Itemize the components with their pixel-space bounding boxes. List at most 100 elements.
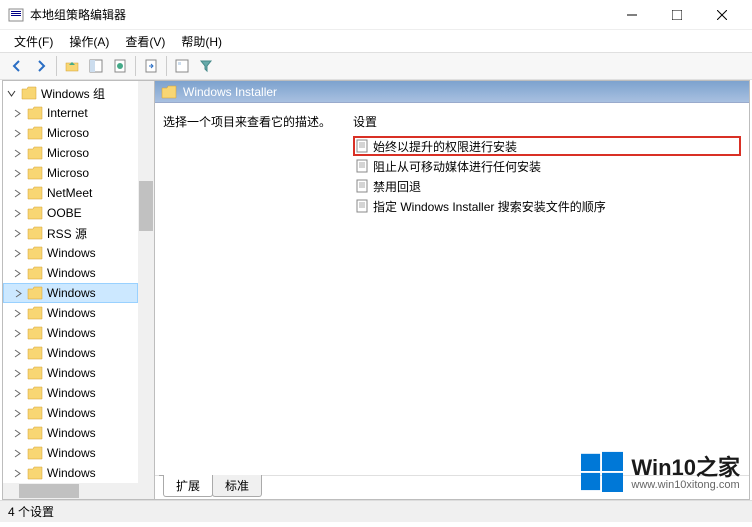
- menu-action[interactable]: 操作(A): [61, 31, 117, 52]
- watermark-url: www.win10xitong.com: [631, 479, 740, 491]
- expand-icon[interactable]: [11, 127, 23, 139]
- forward-button[interactable]: [30, 55, 52, 77]
- tree-node[interactable]: NetMeet: [3, 183, 138, 203]
- tree-label: Windows: [47, 386, 96, 400]
- close-button[interactable]: [699, 0, 744, 30]
- tree-label: RSS 源: [47, 225, 87, 242]
- app-icon: [8, 7, 24, 23]
- tree-node[interactable]: Windows: [3, 363, 138, 383]
- properties-button[interactable]: [109, 55, 131, 77]
- expand-icon[interactable]: [11, 367, 23, 379]
- filter-button[interactable]: [195, 55, 217, 77]
- titlebar: 本地组策略编辑器: [0, 0, 752, 30]
- watermark-brand: Win10之家: [631, 457, 740, 479]
- expand-icon[interactable]: [11, 107, 23, 119]
- tree-panel: Windows 组 Internet Microso Microso Microso Ne…: [3, 81, 155, 499]
- settings-header: 设置: [353, 111, 741, 136]
- expand-icon[interactable]: [11, 387, 23, 399]
- setting-label: 始终以提升的权限进行安装: [373, 138, 517, 155]
- expand-icon[interactable]: [11, 327, 23, 339]
- toolbar: [0, 52, 752, 80]
- tree-label: Microso: [47, 146, 89, 160]
- tree-node[interactable]: RSS 源: [3, 223, 138, 243]
- tree-label: Microso: [47, 166, 89, 180]
- tree-node[interactable]: Windows: [3, 343, 138, 363]
- vertical-scrollbar[interactable]: [138, 81, 154, 483]
- tree-label: Internet: [47, 106, 88, 120]
- expand-icon[interactable]: [11, 167, 23, 179]
- tree-label: Windows: [47, 266, 96, 280]
- up-folder-button[interactable]: [61, 55, 83, 77]
- expand-icon[interactable]: [11, 267, 23, 279]
- setting-item[interactable]: 禁用回退: [353, 176, 741, 196]
- expand-icon[interactable]: [11, 247, 23, 259]
- tree-label: Windows: [47, 346, 96, 360]
- settings-column: 设置 始终以提升的权限进行安装阻止从可移动媒体进行任何安装禁用回退指定 Wind…: [353, 111, 741, 467]
- content-title: Windows Installer: [183, 85, 277, 99]
- main-area: Windows 组 Internet Microso Microso Microso Ne…: [2, 80, 750, 500]
- tree-node[interactable]: Microso: [3, 143, 138, 163]
- statusbar: 4 个设置: [0, 500, 752, 522]
- tree-node[interactable]: OOBE: [3, 203, 138, 223]
- tree-label: OOBE: [47, 206, 82, 220]
- tab-extended[interactable]: 扩展: [163, 475, 213, 497]
- show-hide-tree-button[interactable]: [85, 55, 107, 77]
- watermark: Win10之家 www.win10xitong.com: [581, 450, 740, 497]
- window-controls: [609, 0, 744, 30]
- tree-node[interactable]: Internet: [3, 103, 138, 123]
- filter-options-button[interactable]: [171, 55, 193, 77]
- description-prompt: 选择一个项目来查看它的描述。: [163, 111, 345, 136]
- tree-node[interactable]: Windows: [3, 283, 138, 303]
- expand-icon[interactable]: [11, 347, 23, 359]
- tree-node[interactable]: Windows: [3, 463, 138, 483]
- tree-label: Windows: [47, 326, 96, 340]
- tree-label: Windows: [47, 426, 96, 440]
- tree-node[interactable]: Windows: [3, 243, 138, 263]
- setting-item[interactable]: 始终以提升的权限进行安装: [353, 136, 741, 156]
- setting-label: 指定 Windows Installer 搜索安装文件的顺序: [373, 198, 606, 215]
- tree-label: Windows: [47, 246, 96, 260]
- tree-node[interactable]: Microso: [3, 123, 138, 143]
- expand-icon[interactable]: [12, 287, 24, 299]
- expand-icon[interactable]: [5, 87, 17, 99]
- tab-standard[interactable]: 标准: [212, 475, 262, 497]
- tree-node[interactable]: Windows: [3, 263, 138, 283]
- tree-label: Windows: [47, 466, 96, 480]
- tree-label: Windows: [47, 406, 96, 420]
- horizontal-scrollbar[interactable]: [3, 483, 154, 499]
- expand-icon[interactable]: [11, 447, 23, 459]
- menu-help[interactable]: 帮助(H): [173, 31, 230, 52]
- content-panel: Windows Installer 选择一个项目来查看它的描述。 设置 始终以提…: [155, 81, 749, 499]
- tree-node[interactable]: Microso: [3, 163, 138, 183]
- menu-file[interactable]: 文件(F): [6, 31, 61, 52]
- expand-icon[interactable]: [11, 467, 23, 479]
- tree-node[interactable]: Windows: [3, 403, 138, 423]
- tree-label: Windows: [47, 446, 96, 460]
- export-button[interactable]: [140, 55, 162, 77]
- minimize-button[interactable]: [609, 0, 654, 30]
- menubar: 文件(F) 操作(A) 查看(V) 帮助(H): [0, 30, 752, 52]
- description-column: 选择一个项目来查看它的描述。: [163, 111, 353, 467]
- expand-icon[interactable]: [11, 207, 23, 219]
- expand-icon[interactable]: [11, 407, 23, 419]
- tree-node-top[interactable]: Windows 组: [3, 83, 138, 103]
- expand-icon[interactable]: [11, 147, 23, 159]
- back-button[interactable]: [6, 55, 28, 77]
- tree-label: NetMeet: [47, 186, 92, 200]
- expand-icon[interactable]: [11, 187, 23, 199]
- setting-item[interactable]: 指定 Windows Installer 搜索安装文件的顺序: [353, 196, 741, 216]
- tree-node[interactable]: Windows: [3, 303, 138, 323]
- tree-node[interactable]: Windows: [3, 443, 138, 463]
- tree-node[interactable]: Windows: [3, 323, 138, 343]
- tree-node[interactable]: Windows: [3, 383, 138, 403]
- tree-label: Windows: [47, 366, 96, 380]
- menu-view[interactable]: 查看(V): [117, 31, 173, 52]
- content-header: Windows Installer: [155, 81, 749, 103]
- expand-icon[interactable]: [11, 427, 23, 439]
- expand-icon[interactable]: [11, 307, 23, 319]
- setting-item[interactable]: 阻止从可移动媒体进行任何安装: [353, 156, 741, 176]
- content-body: 选择一个项目来查看它的描述。 设置 始终以提升的权限进行安装阻止从可移动媒体进行…: [155, 103, 749, 475]
- maximize-button[interactable]: [654, 0, 699, 30]
- tree-node[interactable]: Windows: [3, 423, 138, 443]
- expand-icon[interactable]: [11, 227, 23, 239]
